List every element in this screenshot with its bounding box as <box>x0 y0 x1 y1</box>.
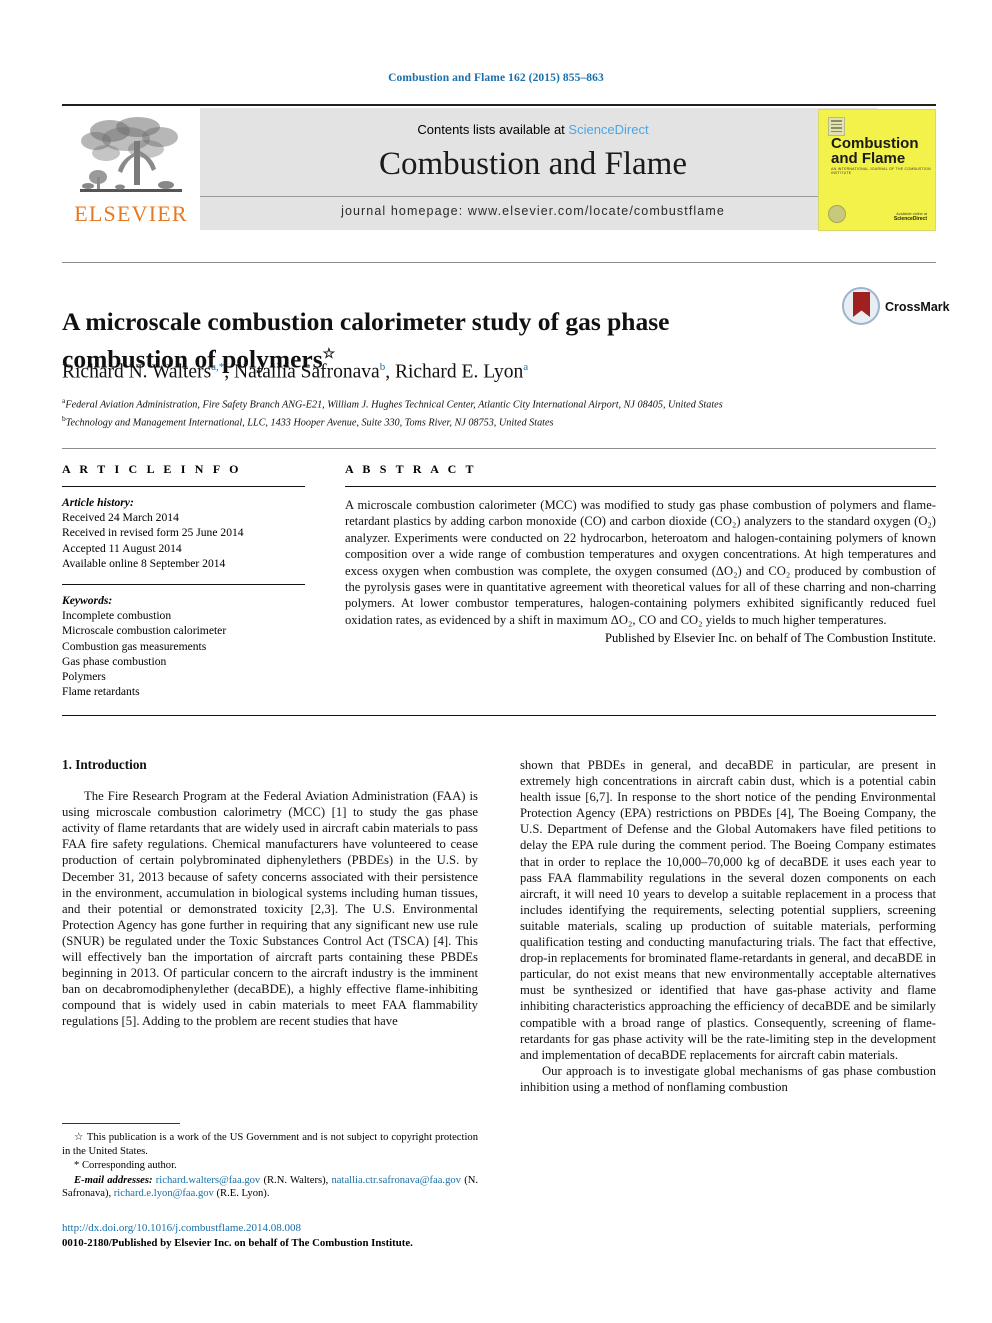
article-info-column: A R T I C L E I N F O Article history: R… <box>62 462 305 699</box>
journal-title: Combustion and Flame <box>379 146 687 182</box>
masthead-center-band: Contents lists available at ScienceDirec… <box>188 108 878 230</box>
footnote-star-text: This publication is a work of the US Gov… <box>62 1132 478 1157</box>
affiliation-item: bTechnology and Management International… <box>62 412 942 430</box>
running-head: Combustion and Flame 162 (2015) 855–863 <box>388 72 604 84</box>
author-affiliation-marker[interactable]: a,* <box>211 361 224 373</box>
title-footnote-marker[interactable]: ☆ <box>323 347 336 362</box>
cover-footer: Available online at ScienceDirect <box>869 212 927 222</box>
email-owner: (R.N. Walters) <box>263 1174 326 1186</box>
body-paragraph-text: shown that PBDEs in general, and decaBDE… <box>520 758 936 1062</box>
abstract-text: A microscale combustion calorimeter (MCC… <box>345 498 936 627</box>
email-link[interactable]: richard.e.lyon@faa.gov <box>114 1188 214 1199</box>
contents-prefix-text: Contents lists available at <box>417 122 569 137</box>
article-info-rule <box>62 486 305 487</box>
footnote-corresponding-text: Corresponding author. <box>81 1160 177 1172</box>
author-name[interactable]: Richard N. Walters <box>62 362 211 383</box>
body-paragraph: Our approach is to investigate global me… <box>520 1063 936 1095</box>
keyword-item[interactable]: Microscale combustion calorimeter <box>62 623 305 638</box>
elsevier-logo: ELSEVIER <box>62 107 200 231</box>
crossmark-label: CrossMark <box>885 300 950 314</box>
footnote-corresponding-author: * Corresponding author. <box>62 1159 478 1173</box>
abstract-rule <box>345 486 936 487</box>
author-name[interactable]: Richard E. Lyon <box>395 362 523 383</box>
author-affiliation-marker[interactable]: b <box>380 361 386 373</box>
affiliation-text: Technology and Management International,… <box>65 417 554 429</box>
article-history-block: Article history: Received 24 March 2014 … <box>62 495 305 571</box>
author-affiliation-marker[interactable]: a <box>523 361 528 373</box>
cover-seal-icon <box>828 205 846 223</box>
section-heading-introduction: 1. Introduction <box>62 757 147 772</box>
article-history-item: Available online 8 September 2014 <box>62 556 226 570</box>
article-history-label: Article history: <box>62 496 134 509</box>
sciencedirect-link[interactable]: ScienceDirect <box>568 122 648 137</box>
footnote-copyright-statement: ☆ This publication is a work of the US G… <box>62 1131 478 1158</box>
footnote-asterisk-marker: * <box>74 1160 80 1172</box>
body-paragraph-text: The Fire Research Program at the Federal… <box>62 789 478 1029</box>
footnote-star-marker: ☆ <box>74 1132 84 1143</box>
article-info-heading: A R T I C L E I N F O <box>62 462 242 476</box>
author-name[interactable]: Natallia Safronava <box>234 362 380 383</box>
footnote-rule <box>62 1123 180 1124</box>
keywords-rule <box>62 584 305 586</box>
email-link[interactable]: natallia.ctr.safronava@faa.gov <box>332 1175 461 1186</box>
footer-doi-block: http://dx.doi.org/10.1016/j.combustflame… <box>62 1221 562 1250</box>
masthead-bottom-rule <box>62 262 936 263</box>
copyright-line: 0010-2180/Published by Elsevier Inc. on … <box>62 1236 413 1249</box>
doi-link[interactable]: http://dx.doi.org/10.1016/j.combustflame… <box>62 1221 562 1236</box>
affiliation-list: aFederal Aviation Administration, Fire S… <box>62 394 942 430</box>
keywords-label: Keywords: <box>62 594 113 608</box>
footnote-block: ☆ This publication is a work of the US G… <box>62 1123 478 1202</box>
contents-available-line: Contents lists available at ScienceDirec… <box>188 122 878 137</box>
keyword-item[interactable]: Incomplete combustion <box>62 608 305 623</box>
abstract-section-bottom-rule <box>62 715 936 716</box>
cover-title: Combustion and Flame <box>831 136 931 166</box>
keyword-item[interactable]: Gas phase combustion <box>62 654 305 669</box>
email-owner: (R.E. Lyon) <box>216 1188 267 1200</box>
keyword-item[interactable]: Flame retardants <box>62 684 305 699</box>
footnote-emails: E-mail addresses: richard.walters@faa.go… <box>62 1174 479 1200</box>
affiliation-text: Federal Aviation Administration, Fire Sa… <box>65 399 723 411</box>
affiliation-item: aFederal Aviation Administration, Fire S… <box>62 394 942 412</box>
cover-title-line2: and Flame <box>831 150 906 167</box>
keywords-block: Keywords: Incomplete combustion Microsca… <box>62 593 305 699</box>
masthead-divider-rule <box>198 196 868 197</box>
email-addresses-label: E-mail addresses: <box>74 1174 153 1186</box>
cover-footer-brand: ScienceDirect <box>893 216 927 222</box>
body-paragraph-text: Our approach is to investigate global me… <box>520 1063 936 1094</box>
body-paragraph: The Fire Research Program at the Federal… <box>62 788 478 1029</box>
journal-masthead: Contents lists available at ScienceDirec… <box>62 104 936 231</box>
email-link[interactable]: richard.walters@faa.gov <box>156 1175 260 1186</box>
cover-badge-icon <box>828 117 845 136</box>
crossmark-badge[interactable]: CrossMark <box>842 287 950 327</box>
masthead-top-rule <box>62 104 936 106</box>
abstract-heading: A B S T R A C T <box>345 462 477 476</box>
elsevier-tree-icon <box>80 117 182 192</box>
abstract-publisher-line: Published by Elsevier Inc. on behalf of … <box>604 631 936 646</box>
cover-subtitle: AN INTERNATIONAL JOURNAL OF THE COMBUSTI… <box>831 167 931 175</box>
abstract-section-top-rule <box>62 448 936 449</box>
keyword-item[interactable]: Polymers <box>62 669 305 684</box>
crossmark-icon <box>842 287 880 325</box>
body-paragraph: shown that PBDEs in general, and decaBDE… <box>520 757 936 1063</box>
author-list: Richard N. Waltersa,*, Natallia Safronav… <box>62 361 529 383</box>
article-history-item: Received in revised form 25 June 2014 <box>62 526 244 540</box>
body-column-left: 1. Introduction The Fire Research Progra… <box>62 757 478 1030</box>
body-column-right: shown that PBDEs in general, and decaBDE… <box>520 757 936 1095</box>
elsevier-wordmark: ELSEVIER <box>74 201 188 226</box>
article-history-item: Accepted 11 August 2014 <box>62 541 182 555</box>
article-history-item: Received 24 March 2014 <box>62 511 179 525</box>
cover-title-line1: Combustion <box>831 135 919 152</box>
article-page: Combustion and Flame 162 (2015) 855–863 … <box>0 0 992 1323</box>
journal-cover-thumbnail[interactable]: Combustion and Flame AN INTERNATIONAL JO… <box>818 109 936 231</box>
abstract-column: A B S T R A C T A microscale combustion … <box>345 462 936 647</box>
keyword-item[interactable]: Combustion gas measurements <box>62 639 305 654</box>
journal-homepage-link[interactable]: journal homepage: www.elsevier.com/locat… <box>188 204 878 218</box>
